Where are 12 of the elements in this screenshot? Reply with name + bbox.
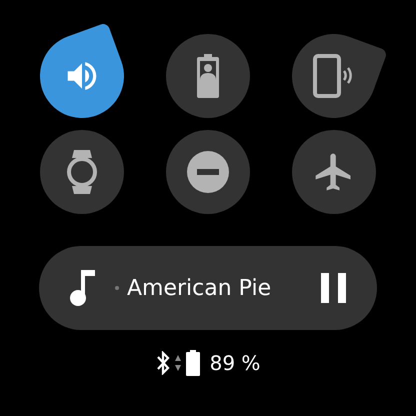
song-title: American Pie [127, 276, 272, 300]
battery-icon [186, 350, 200, 376]
pause-button[interactable] [321, 273, 347, 303]
data-activity-icon [174, 353, 182, 373]
pause-icon [321, 273, 347, 303]
battery-percentage: 89 % [210, 351, 260, 375]
page-dot [115, 286, 119, 290]
music-note-icon [69, 270, 95, 306]
bluetooth-icon [156, 351, 170, 375]
battery-person-icon [195, 54, 221, 98]
do-not-disturb-icon [187, 151, 229, 193]
watch-icon [65, 150, 99, 194]
